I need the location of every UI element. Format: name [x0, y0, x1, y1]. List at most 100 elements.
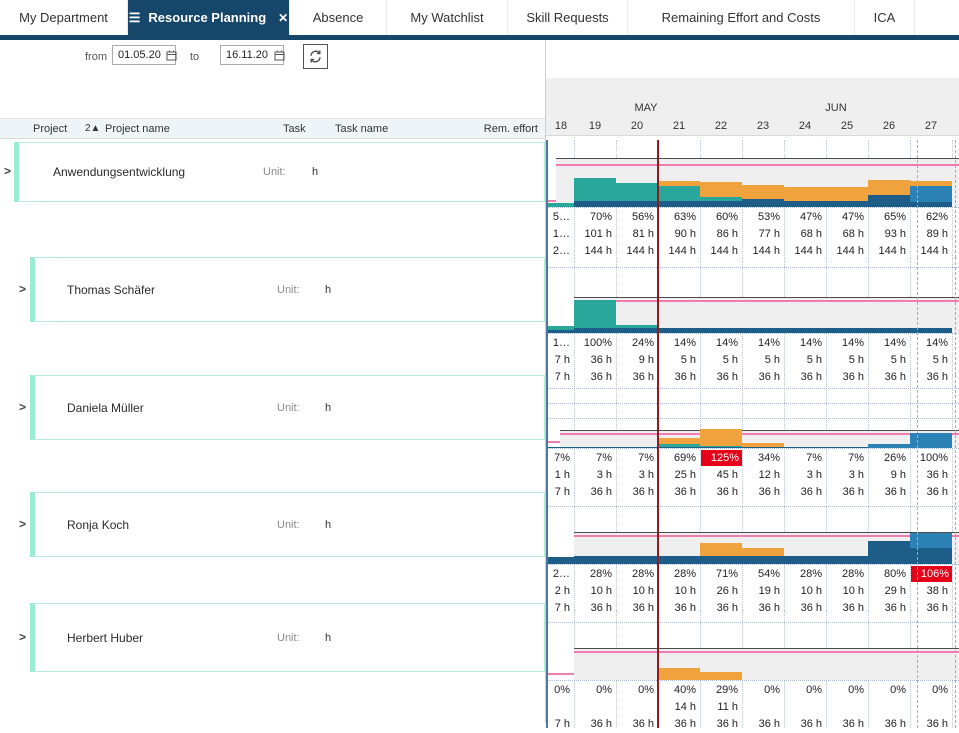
- chart-baseline: [548, 448, 959, 449]
- planned-hours: 10 h: [574, 583, 612, 600]
- tab-my-watchlist[interactable]: My Watchlist: [387, 0, 508, 35]
- bar-segment-orange: [742, 548, 784, 556]
- bar-segment-orange: [868, 180, 910, 196]
- chart-left-frame: [546, 610, 548, 728]
- date-to-input[interactable]: [226, 49, 274, 61]
- date-to-field[interactable]: [220, 45, 284, 65]
- planned-hours: 3 h: [574, 467, 612, 484]
- planned-hours: 36 h: [574, 352, 612, 369]
- resource-row-card[interactable]: Thomas SchäferUnit:h: [30, 257, 545, 322]
- capacity-hours: 36 h: [742, 716, 780, 733]
- utilization-percent: 40%: [658, 682, 696, 699]
- bar-segment-orange: [658, 181, 700, 186]
- hamburger-menu-icon[interactable]: ☰: [129, 11, 141, 24]
- bar-segment-orange: [742, 185, 784, 200]
- utilization-percent: 0%: [574, 682, 612, 699]
- date-from-input[interactable]: [118, 49, 166, 61]
- resource-row-card[interactable]: Daniela MüllerUnit:h: [30, 375, 545, 440]
- planned-hours: 3 h: [784, 467, 822, 484]
- planned-hours: 45 h: [700, 467, 738, 484]
- bar-segment-orange: [700, 182, 742, 198]
- bar-segment-orange: [700, 672, 742, 680]
- planned-hours: 101 h: [574, 226, 612, 243]
- expand-row-button[interactable]: >: [19, 517, 26, 531]
- utilization-percent: 47%: [784, 209, 822, 226]
- calendar-icon[interactable]: [274, 50, 285, 61]
- utilization-percent: 60%: [700, 209, 738, 226]
- unit-label: Unit:: [263, 166, 286, 178]
- week-label: 25: [826, 120, 868, 132]
- capacity-frame-line: [574, 297, 959, 298]
- utilization-percent: 100%: [574, 335, 612, 352]
- tab-remaining-effort-and-costs[interactable]: Remaining Effort and Costs: [628, 0, 855, 35]
- utilization-percent: 53%: [742, 209, 780, 226]
- planned-hours: 1…: [548, 226, 570, 243]
- resource-row-card[interactable]: Ronja KochUnit:h: [30, 492, 545, 557]
- utilization-percent: 65%: [868, 209, 906, 226]
- bar-segment-teal: [616, 325, 658, 328]
- capacity-hours: 7 h: [548, 716, 570, 733]
- capacity-hours: 36 h: [826, 716, 864, 733]
- expand-row-button[interactable]: >: [19, 400, 26, 414]
- table-header: Project 2▲ Project name Task Task name R…: [0, 118, 545, 139]
- utilization-percent: 14%: [784, 335, 822, 352]
- month-label: MAY: [616, 102, 676, 114]
- bar-segment-teal: [574, 178, 616, 201]
- unit-label: Unit:: [277, 402, 300, 414]
- resource-row-card[interactable]: Herbert HuberUnit:h: [30, 603, 545, 672]
- planned-hours: 38 h: [910, 583, 948, 600]
- utilization-percent: 69%: [658, 450, 696, 467]
- capacity-frame-line: [574, 532, 959, 533]
- bar-segment-orange: [784, 187, 826, 200]
- capacity-frame-line: [560, 430, 959, 431]
- column-task-name: Task name: [335, 123, 388, 135]
- tab-resource-planning[interactable]: ☰Resource Planning✕: [128, 0, 290, 35]
- planned-hours: 90 h: [658, 226, 696, 243]
- planned-hours: 77 h: [742, 226, 780, 243]
- tab-skill-requests[interactable]: Skill Requests: [508, 0, 628, 35]
- resource-name: Thomas Schäfer: [67, 283, 155, 297]
- expand-row-button[interactable]: >: [19, 282, 26, 296]
- bar-segment-teal: [616, 183, 658, 200]
- expand-row-button[interactable]: >: [4, 164, 11, 178]
- tab-my-department[interactable]: My Department: [0, 0, 128, 35]
- planned-hours: 9 h: [868, 467, 906, 484]
- tab-absence[interactable]: Absence: [290, 0, 387, 35]
- resource-row-card[interactable]: AnwendungsentwicklungUnit:h: [14, 142, 545, 202]
- planned-hours: 12 h: [742, 467, 780, 484]
- scale-gridline: [548, 267, 959, 268]
- utilization-percent: 26%: [868, 450, 906, 467]
- capacity-hours: 36 h: [574, 716, 612, 733]
- chart-baseline: [548, 680, 959, 681]
- bar-segment-orange: [826, 187, 868, 200]
- utilization-percent: 0%: [910, 682, 948, 699]
- milestone-line: [955, 140, 956, 258]
- bar-segment-teal: [700, 197, 742, 200]
- resource-name: Ronja Koch: [67, 518, 129, 532]
- tab-label: Absence: [313, 10, 364, 25]
- resource-name: Daniela Müller: [67, 401, 144, 415]
- expand-row-button[interactable]: >: [19, 630, 26, 644]
- planned-hours: 9 h: [616, 352, 654, 369]
- tab-label: My Watchlist: [410, 10, 483, 25]
- planned-hours: 10 h: [616, 583, 654, 600]
- scale-gridline: [548, 506, 959, 507]
- utilization-percent: 62%: [910, 209, 948, 226]
- sort-indicator[interactable]: 2▲: [85, 123, 100, 134]
- date-from-field[interactable]: [112, 45, 176, 65]
- capacity-limit-line-partial-week: [548, 200, 556, 202]
- bar-segment-dark: [616, 556, 658, 564]
- capacity-limit-line: [574, 535, 959, 537]
- unit-value: h: [325, 632, 331, 644]
- bar-segment-dark: [700, 556, 742, 564]
- refresh-button[interactable]: [303, 44, 328, 69]
- scale-gridline: [548, 418, 959, 419]
- month-label: JUN: [806, 102, 866, 114]
- tab-ica[interactable]: ICA: [855, 0, 915, 35]
- planned-hours: 3 h: [826, 467, 864, 484]
- calendar-icon[interactable]: [166, 50, 177, 61]
- resource-name: Anwendungsentwicklung: [53, 165, 185, 179]
- close-tab-icon[interactable]: ✕: [278, 12, 288, 24]
- bar-segment-dark: [868, 195, 910, 207]
- planned-hours: 3 h: [616, 467, 654, 484]
